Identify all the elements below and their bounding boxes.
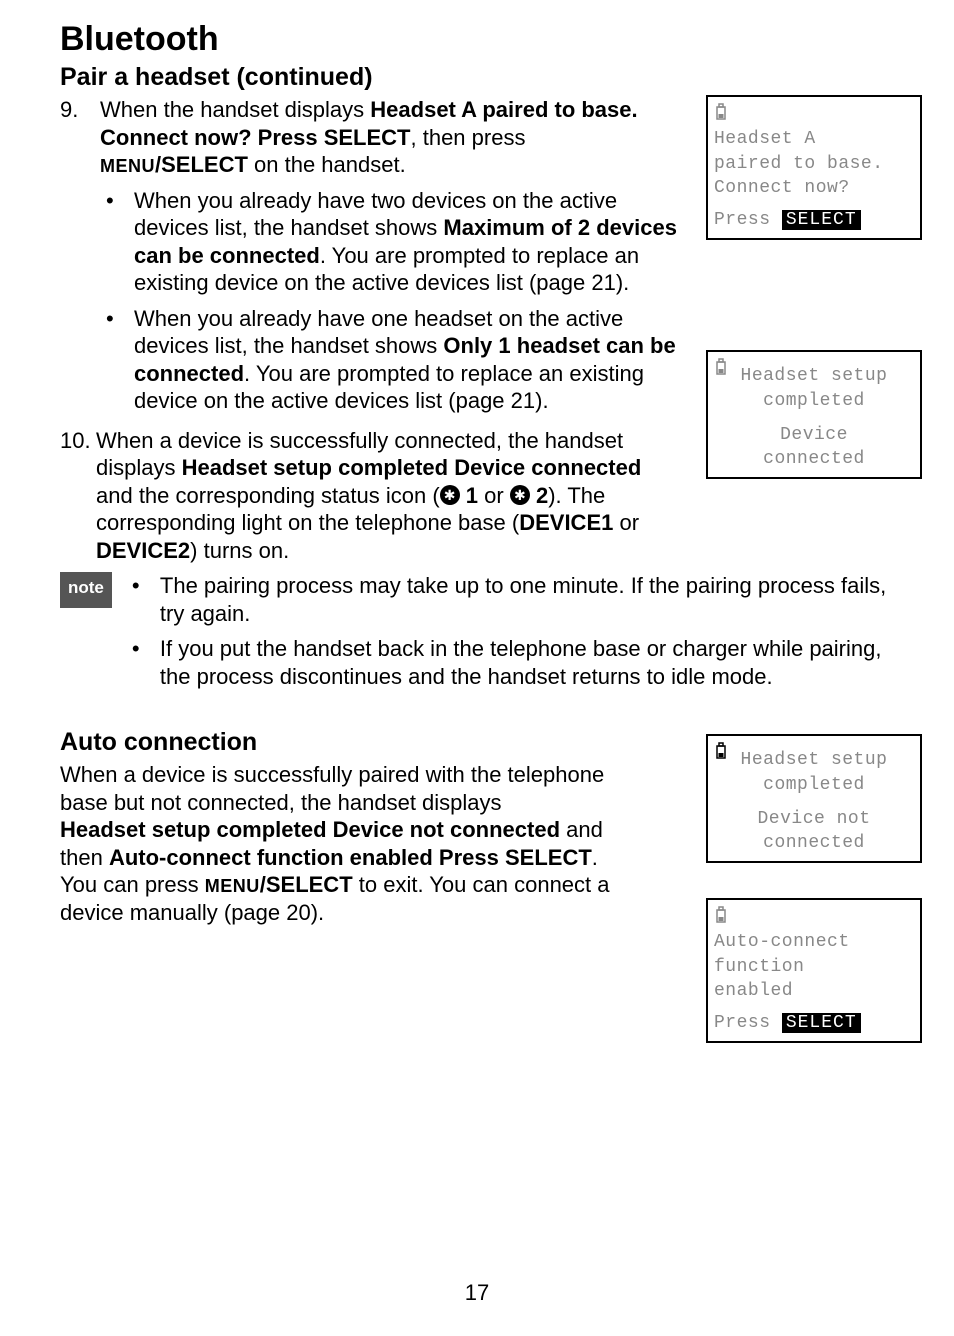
bt1-label: 1 [466, 483, 478, 508]
lcd-screen-2: Headset setup completed Device connected [706, 350, 922, 479]
ac-bold2: Auto-connect function enabled Press SELE… [109, 845, 592, 870]
lcd1-l2: paired to base. [714, 152, 914, 176]
lcd3-l2: completed [714, 773, 914, 797]
select-label-2: /SELECT [260, 872, 353, 897]
ac-pre: When a device is successfully paired wit… [60, 762, 604, 815]
battery-icon [714, 906, 728, 924]
step10-end: ) turns on. [190, 538, 289, 563]
battery-icon [714, 358, 728, 376]
step9-end: on the handset. [248, 152, 406, 177]
bluetooth-icon-2: ✱ [510, 485, 530, 505]
device2-label: DEVICE2 [96, 538, 190, 563]
note-badge: note [60, 572, 112, 608]
bullet-icon: • [126, 572, 160, 627]
lcd2-l2: completed [714, 389, 914, 413]
step-9: 9. When the handset displays Headset A p… [60, 96, 680, 423]
lcd-screen-4: Auto-connect function enabled Press SELE… [706, 898, 922, 1043]
bt2-label: 2 [536, 483, 548, 508]
section-heading-pair: Pair a headset (continued) [60, 63, 894, 92]
select-label: /SELECT [155, 152, 248, 177]
bullet-icon: • [126, 635, 160, 690]
lcd3-l3: Device not [714, 807, 914, 831]
battery-icon [714, 742, 728, 760]
step10-mid1: and the corresponding status icon ( [96, 483, 440, 508]
note-bullet-1: • The pairing process may take up to one… [126, 572, 894, 627]
lcd2-l4: connected [714, 447, 914, 471]
lcd4-l3: enabled [714, 979, 914, 1003]
ac-bold1: Headset setup completed Device not conne… [60, 817, 560, 842]
menu-label-2: MENU [205, 876, 260, 896]
menu-label: MENU [100, 156, 155, 176]
step9-bullet-2: • When you already have one headset on t… [100, 305, 680, 415]
note2-text: If you put the handset back in the telep… [160, 635, 894, 690]
lcd3-l1: Headset setup [714, 748, 914, 772]
battery-icon [714, 103, 728, 121]
step-10-number: 10. [60, 427, 100, 565]
step9-text-pre: When the handset displays [100, 97, 370, 122]
lcd1-press: Press [714, 210, 771, 230]
bluetooth-icon-1: ✱ [440, 485, 460, 505]
lcd2-l3: Device [714, 423, 914, 447]
page-title: Bluetooth [60, 20, 894, 59]
auto-connection-body: When a device is successfully paired wit… [60, 761, 620, 926]
lcd4-l2: function [714, 955, 914, 979]
lcd1-select-button: SELECT [782, 210, 861, 230]
note-block: note • The pairing process may take up t… [60, 572, 894, 698]
lcd4-l1: Auto-connect [714, 930, 914, 954]
step10-mid2: or [478, 483, 510, 508]
lcd-screen-1: Headset A paired to base. Connect now? P… [706, 95, 922, 240]
lcd4-press: Press [714, 1013, 771, 1033]
note-bullet-2: • If you put the handset back in the tel… [126, 635, 894, 690]
lcd1-l1: Headset A [714, 127, 914, 151]
step9-text-post: , then press [411, 125, 526, 150]
lcd4-select-button: SELECT [782, 1013, 861, 1033]
lcd1-l3: Connect now? [714, 176, 914, 200]
page-number: 17 [0, 1280, 954, 1306]
step-10: 10. When a device is successfully connec… [60, 427, 680, 565]
lcd-screen-3: Headset setup completed Device not conne… [706, 734, 922, 863]
device1-label: DEVICE1 [519, 510, 613, 535]
step10-or: or [613, 510, 639, 535]
step10-bold1: Headset setup completed Device connected [182, 455, 642, 480]
bullet-icon: • [100, 187, 134, 297]
lcd3-l4: connected [714, 831, 914, 855]
step9-bullet-1: • When you already have two devices on t… [100, 187, 680, 297]
bullet-icon: • [100, 305, 134, 415]
note1-text: The pairing process may take up to one m… [160, 572, 894, 627]
step-9-number: 9. [60, 96, 100, 423]
lcd2-l1: Headset setup [714, 364, 914, 388]
